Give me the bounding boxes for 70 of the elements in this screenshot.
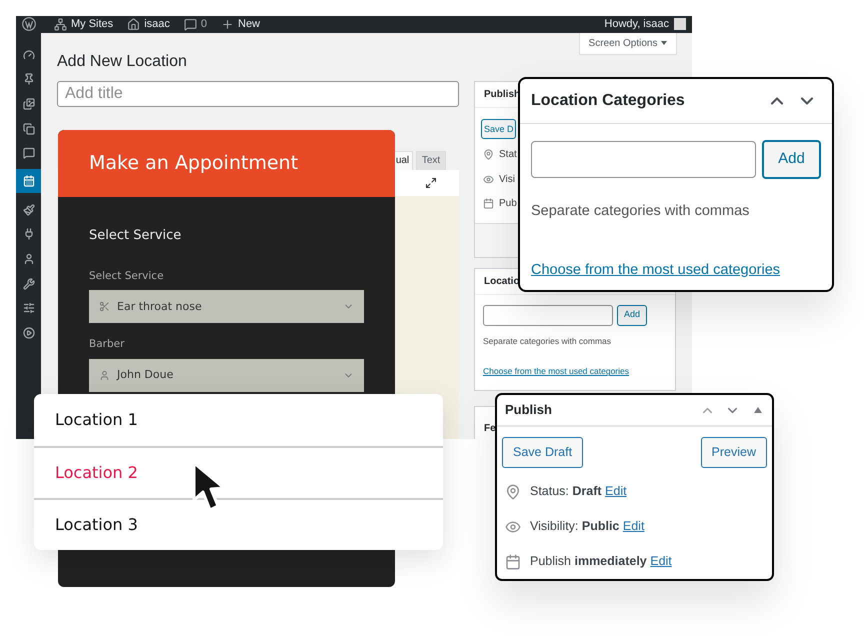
status-text: Pub [499,197,517,212]
title-field[interactable]: Add title [57,80,459,106]
eye-icon [483,174,494,185]
field-label: Select Service [89,268,164,284]
admin-bar-item[interactable]: New [221,16,260,32]
edit-link[interactable]: Edit [622,519,644,534]
pin-icon [22,73,34,86]
card-title: Make an Appointment [89,151,298,176]
calendar-icon [505,554,521,570]
sliders-icon [22,302,34,314]
save-draft-button[interactable]: Save D [481,119,516,140]
hint-text: Separate categories with commas [530,202,750,221]
wrench-icon [22,278,34,290]
edit-link[interactable]: Edit [605,484,627,498]
card-title: Publish [505,401,553,420]
play-icon [22,326,34,339]
status-text: Publish immediately Edit [530,553,672,570]
comment-icon [22,147,34,160]
select-field[interactable]: John Doue [89,359,364,392]
fullscreen-icon [425,176,437,188]
category-field[interactable] [531,141,756,178]
plus-icon [221,18,234,31]
add-button[interactable]: Add [617,304,648,326]
calendar-icon [22,175,34,188]
editor-tab[interactable]: ual [393,150,413,170]
most-used-link[interactable]: Choose from the most used categories [531,260,780,282]
status-text: Visi [499,172,515,187]
add-button[interactable]: Add [762,140,821,179]
save-draft-button[interactable]: Save Draft [502,437,584,468]
screen-options-button[interactable]: Screen Options [579,32,677,54]
toggle-button[interactable] [754,407,762,413]
hint-text: Separate categories with commas [482,334,612,348]
menu-item[interactable] [16,169,41,194]
avatar-icon [674,18,686,30]
status-text: Visibility: Public Edit [530,518,644,536]
user-icon [22,252,34,265]
most-used-link[interactable]: Choose from the most used categories [483,365,629,378]
panel-title: Fe [484,422,496,434]
scissors-icon [99,301,110,312]
edit-link[interactable]: Edit [650,554,672,568]
brush-icon [22,204,34,216]
gauge-icon [22,48,34,61]
wordpress-logo[interactable] [22,17,36,32]
section-title: Select Service [89,227,182,245]
select-field[interactable]: Ear throat nose [89,290,364,324]
admin-bar-item[interactable]: 0 [184,16,207,32]
home-icon [127,18,140,31]
images-icon [22,98,34,110]
account-menu[interactable]: Howdy, isaac [604,16,686,32]
pin-icon [505,484,521,500]
field-label: Barber [89,337,124,352]
pin-icon [483,149,494,160]
admin-bar-item[interactable]: My Sites [54,16,114,32]
preview-button[interactable]: Preview [700,437,767,468]
status-text: Stat [499,148,517,162]
caret-icon [661,41,668,45]
pages-icon [22,122,34,135]
editor-tab[interactable]: Text [416,150,446,170]
location-option[interactable]: Location 1 [34,394,443,446]
card-title: Location Categories [531,91,686,111]
sites-icon [54,18,67,31]
category-field[interactable] [483,304,613,326]
person-icon [99,370,110,381]
calendar-icon [483,198,494,210]
comment-icon [184,18,197,31]
plug-icon [22,228,34,240]
status-text: Status: Draft Edit [530,483,627,500]
admin-bar-item[interactable]: isaac [127,16,170,32]
eye-icon [505,518,521,534]
page-title: Add New Location [57,52,187,72]
